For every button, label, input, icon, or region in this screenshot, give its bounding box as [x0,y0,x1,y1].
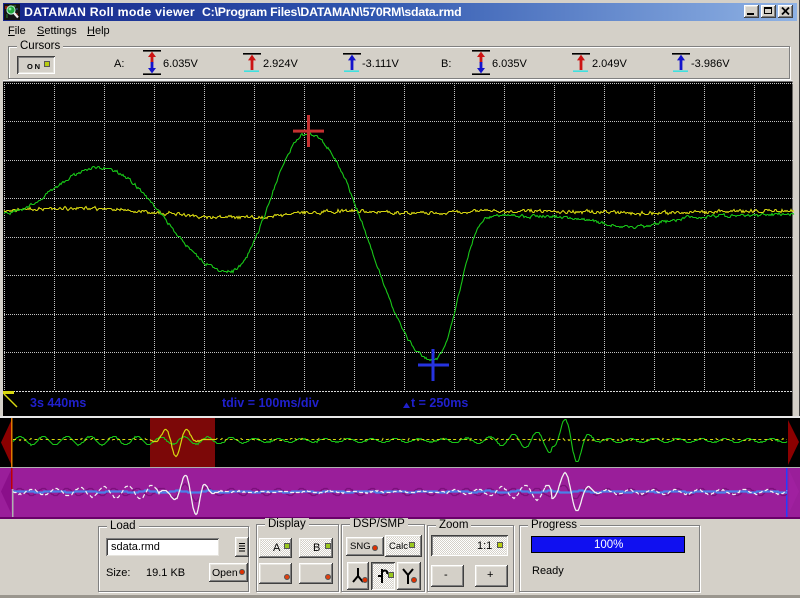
svg-text:tdiv = 100ms/div: tdiv = 100ms/div [222,396,319,410]
svg-text:t = 250ms: t = 250ms [411,396,468,410]
svg-text:3s 440ms: 3s 440ms [30,396,86,410]
